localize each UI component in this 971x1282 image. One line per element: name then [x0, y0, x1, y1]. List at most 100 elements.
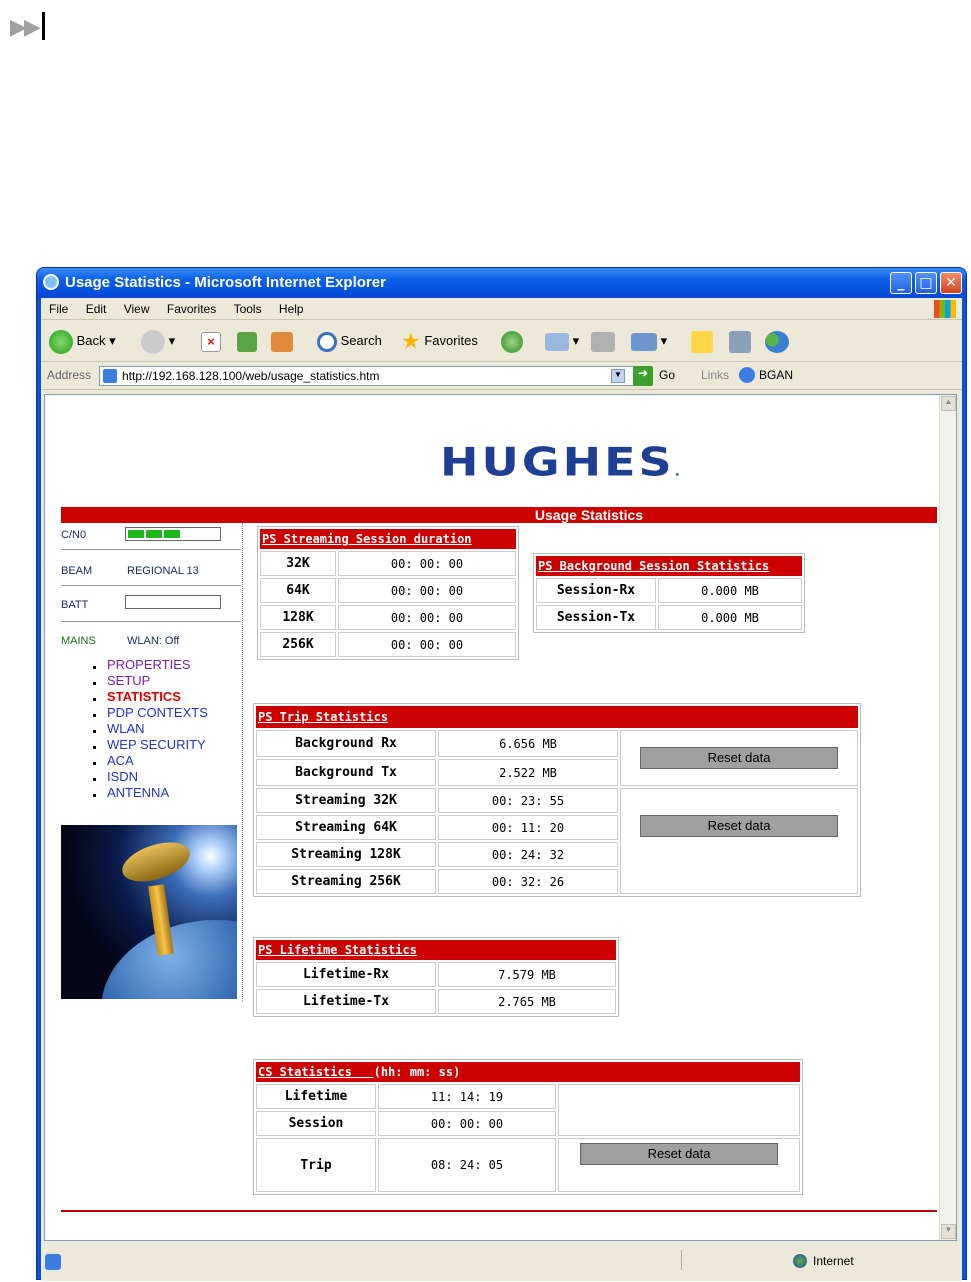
menu-tools[interactable]: Tools [234, 302, 262, 316]
table-row: 32K 00: 00: 00 [260, 551, 516, 576]
row-label: Streaming 256K [256, 869, 436, 894]
divider [681, 1250, 682, 1270]
row-label: 128K [260, 605, 336, 630]
scroll-up-icon[interactable]: ▲ [941, 396, 956, 411]
menu-edit[interactable]: Edit [86, 302, 107, 316]
forward-button[interactable]: ▾ [141, 328, 175, 354]
row-value: 00: 24: 32 [438, 842, 618, 867]
minimize-button[interactable]: _ [890, 272, 912, 294]
home-button[interactable] [271, 328, 293, 354]
menu-view[interactable]: View [124, 302, 150, 316]
nav-pdp-contexts[interactable]: PDP CONTEXTS [93, 705, 208, 721]
fast-forward-icon: ▶▶ [10, 12, 45, 40]
page-heading: Usage Statistics [61, 507, 937, 523]
row-label: Session [256, 1111, 376, 1136]
links-bgan[interactable]: BGAN [759, 368, 793, 382]
back-arrow-icon [49, 329, 73, 354]
row-value: 00: 00: 00 [338, 632, 516, 657]
table-row: Trip 08: 24: 05 Reset data [256, 1138, 800, 1192]
favorites-label: Favorites [424, 333, 478, 348]
nav-setup[interactable]: SETUP [92, 673, 150, 689]
back-label: Back [76, 333, 106, 348]
table-row: Streaming 32K 00: 23: 55 Reset data [256, 788, 858, 894]
row-value: 11: 14: 19 [378, 1084, 556, 1109]
footer-rule [61, 1210, 937, 1212]
row-label: Background Rx [256, 730, 436, 757]
cn0-label: C/N0 [61, 529, 87, 541]
favorites-button[interactable]: ★ Favorites [401, 328, 478, 354]
reset-cs-button[interactable]: Reset data [580, 1143, 778, 1165]
cn0-row: C/N0 [61, 527, 241, 541]
table-row: Lifetime-Rx 7.579 MB [256, 962, 616, 987]
history-icon [501, 330, 523, 353]
print-button[interactable] [591, 328, 615, 354]
refresh-icon [237, 331, 257, 352]
row-label: Background Tx [256, 759, 436, 786]
page-viewport: ▲ ▼ HUGHES. Usage Statistics C/N0 BEAM RE… [44, 394, 957, 1241]
go-button[interactable]: Go [659, 368, 675, 382]
search-label: Search [340, 333, 382, 348]
beam-value: REGIONAL 13 [127, 565, 199, 577]
address-input[interactable]: http://192.168.128.100/web/usage_statist… [99, 366, 639, 386]
stop-button[interactable]: × [201, 328, 221, 354]
reset-streaming-button[interactable]: Reset data [640, 815, 838, 837]
nav-wlan[interactable]: WLAN [93, 721, 145, 737]
row-label: Lifetime-Rx [256, 962, 436, 987]
menu-favorites[interactable]: Favorites [167, 302, 216, 316]
mail-button[interactable]: ▾ [545, 328, 579, 354]
nav-statistics[interactable]: STATISTICS [93, 689, 181, 705]
vertical-scrollbar[interactable]: ▲ ▼ [939, 395, 956, 1240]
scroll-down-icon[interactable]: ▼ [941, 1224, 956, 1239]
search-button[interactable]: Search [317, 328, 382, 354]
row-value: 00: 11: 20 [438, 815, 618, 840]
table-row: Lifetime-Tx 2.765 MB [256, 989, 616, 1014]
history-button[interactable] [501, 328, 523, 354]
link-page-icon [739, 367, 755, 383]
note-icon [691, 330, 713, 353]
nav-antenna[interactable]: ANTENNA [92, 785, 169, 801]
refresh-button[interactable] [237, 328, 257, 354]
lifetime-table: PS Lifetime Statistics Lifetime-Rx 7.579 … [253, 937, 619, 1017]
nav-isdn[interactable]: ISDN [92, 769, 138, 785]
zone-label: Internet [813, 1254, 854, 1268]
row-value: 00: 23: 55 [438, 788, 618, 813]
row-value: 08: 24: 05 [378, 1138, 556, 1192]
batt-row: BATT [61, 595, 241, 611]
beam-row: BEAM REGIONAL 13 [61, 565, 241, 577]
status-bar: Internet [41, 1244, 962, 1280]
globe-icon [793, 1254, 807, 1268]
address-dropdown-icon[interactable]: ▼ [611, 369, 625, 383]
wlan-status: WLAN: Off [127, 635, 180, 647]
table-row: 256K 00: 00: 00 [260, 632, 516, 657]
nav-aca[interactable]: ACA [93, 753, 134, 769]
home-icon [271, 331, 293, 352]
reset-trip-ps-button[interactable]: Reset data [640, 747, 838, 769]
streaming-table: PS Streaming Session duration 32K 00: 00:… [257, 526, 519, 660]
edit-icon [631, 332, 657, 351]
divider [61, 585, 241, 586]
streaming-title: PS Streaming Session duration [260, 529, 516, 549]
address-bar: Address http://192.168.128.100/web/usage… [41, 362, 962, 390]
browser-window: Usage Statistics - Microsoft Internet Ex… [36, 267, 967, 1281]
background-title: PS Background Session Statistics [536, 556, 802, 576]
links-label[interactable]: Links [701, 368, 729, 382]
nav-wep-security[interactable]: WEP SECURITY [93, 737, 206, 753]
back-button[interactable]: Back ▾ [49, 328, 116, 354]
discuss-button[interactable] [691, 328, 713, 354]
row-value: 00: 32: 26 [438, 869, 618, 894]
menu-file[interactable]: File [49, 302, 68, 316]
nav-properties[interactable]: PROPERTIES [93, 657, 191, 673]
go-arrow-icon[interactable]: ➔ [633, 366, 653, 386]
maximize-button[interactable]: □ [915, 272, 937, 294]
cs-title: CS Statistics [258, 1065, 352, 1079]
address-value: http://192.168.128.100/web/usage_statist… [122, 369, 380, 383]
close-button[interactable]: ✕ [940, 272, 962, 294]
menu-help[interactable]: Help [279, 302, 304, 316]
research-button[interactable] [729, 328, 751, 354]
edit-button[interactable]: ▾ [631, 328, 667, 354]
row-value: 00: 00: 00 [338, 551, 516, 576]
stop-icon: × [201, 331, 221, 352]
row-value: 0.000 MB [658, 605, 802, 630]
window-title: Usage Statistics - Microsoft Internet Ex… [65, 274, 386, 291]
messenger-button[interactable] [765, 328, 789, 354]
